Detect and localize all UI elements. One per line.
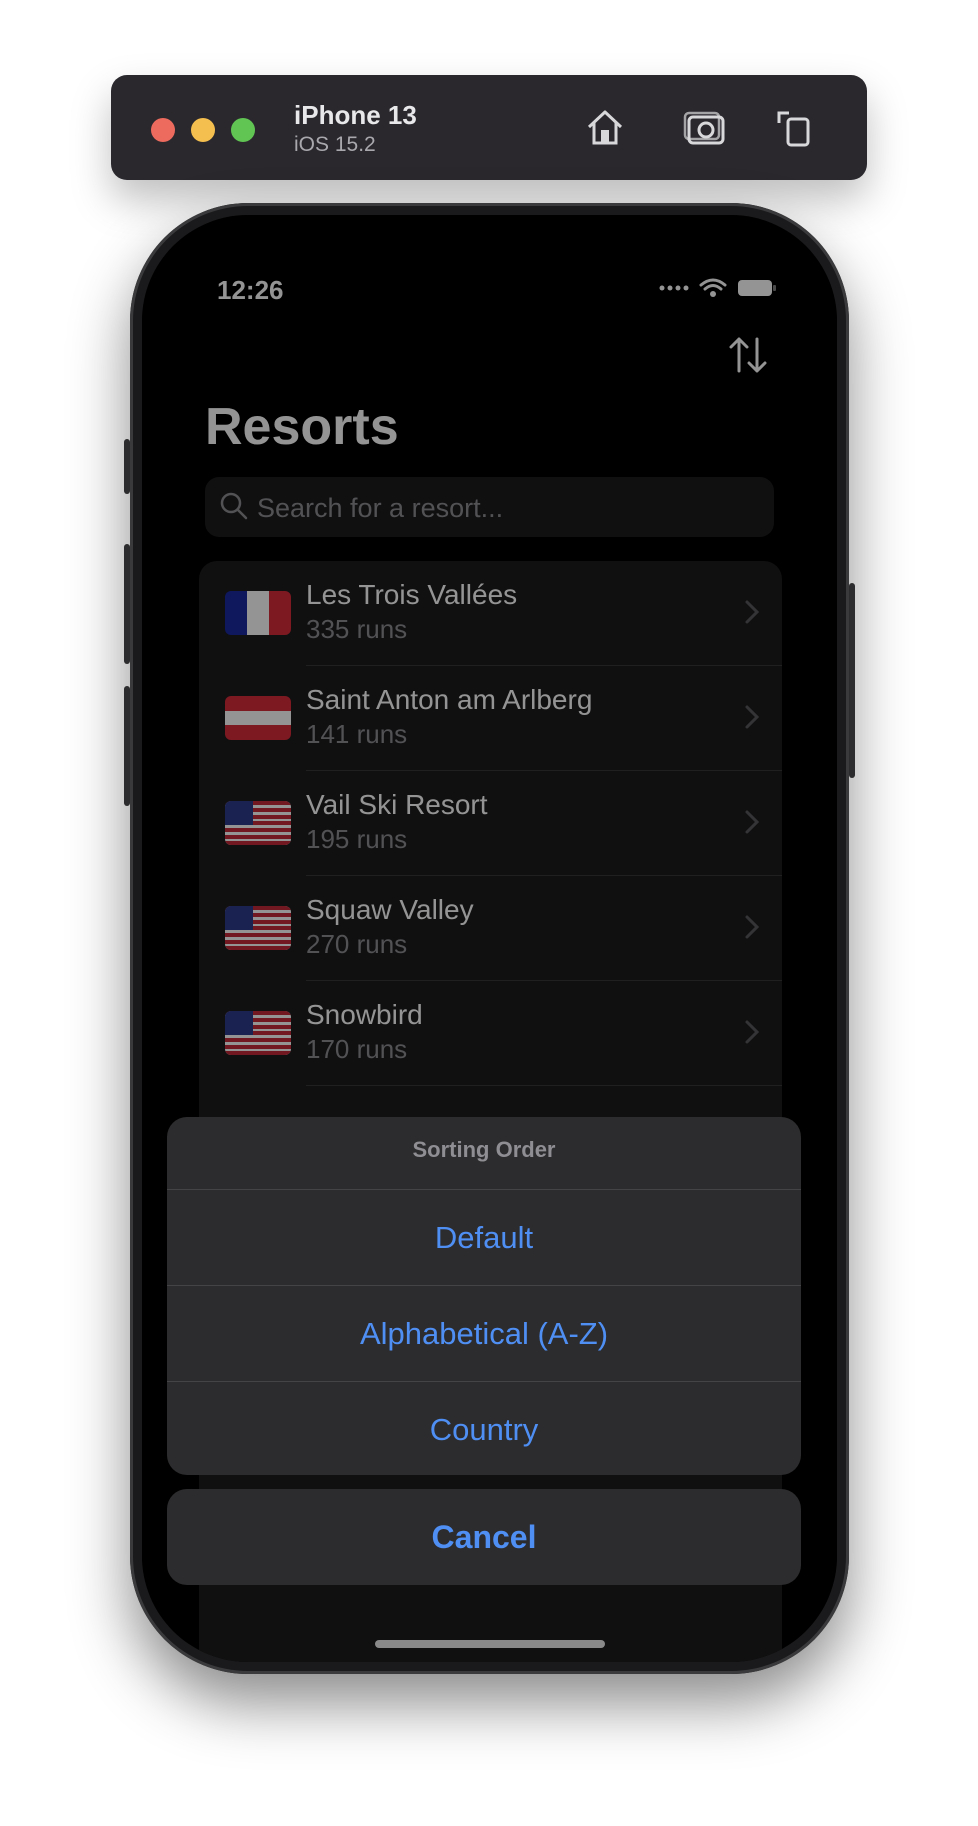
sorting-action-sheet: Sorting Order Default Alphabetical (A-Z)… xyxy=(167,1117,801,1475)
sheet-title: Sorting Order xyxy=(412,1137,556,1162)
os-version: iOS 15.2 xyxy=(294,133,376,156)
home-indicator[interactable] xyxy=(375,1640,605,1648)
mute-switch xyxy=(124,439,130,494)
power-button xyxy=(849,583,855,778)
zoom-window-button[interactable] xyxy=(231,118,255,142)
device-name: iPhone 13 xyxy=(294,100,417,130)
sort-alphabetical-button[interactable]: Alphabetical (A-Z) xyxy=(167,1285,801,1381)
simulator-toolbar: iPhone 13 iOS 15.2 xyxy=(111,75,867,180)
volume-down-button xyxy=(124,686,130,806)
sort-default-button[interactable]: Default xyxy=(167,1189,801,1285)
home-icon[interactable] xyxy=(581,103,629,151)
volume-up-button xyxy=(124,544,130,664)
sort-country-button[interactable]: Country xyxy=(167,1381,801,1475)
screenshot-icon[interactable] xyxy=(681,103,729,151)
minimize-window-button[interactable] xyxy=(191,118,215,142)
rotate-icon[interactable] xyxy=(771,103,819,151)
cancel-button[interactable]: Cancel xyxy=(167,1489,801,1585)
close-window-button[interactable] xyxy=(151,118,175,142)
